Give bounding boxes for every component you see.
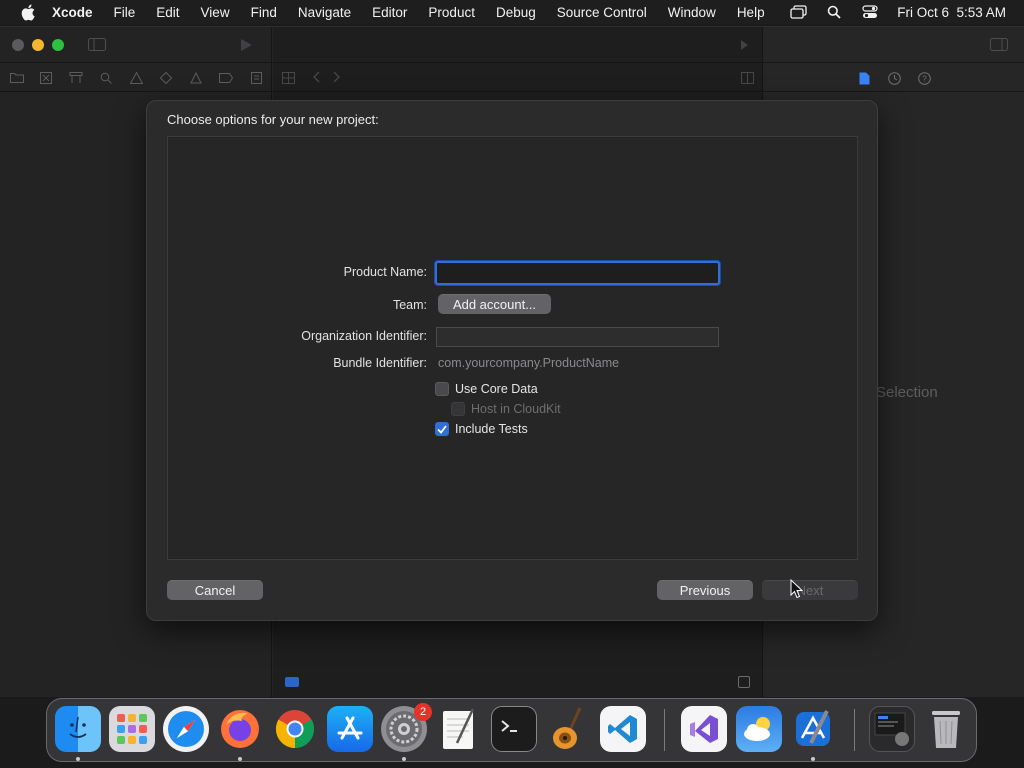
include-tests-checkbox[interactable] xyxy=(435,422,449,436)
breakpoint-icon[interactable] xyxy=(219,73,234,85)
inspector-placeholder-text: Selection xyxy=(876,384,938,401)
apple-menu-icon[interactable] xyxy=(18,2,38,22)
finder-icon[interactable] xyxy=(55,706,101,752)
safari-icon[interactable] xyxy=(163,706,209,752)
app-store-icon[interactable] xyxy=(327,706,373,752)
screen-mirroring-icon[interactable] xyxy=(789,4,807,20)
help-inspector-icon[interactable]: ? xyxy=(918,72,931,87)
debug-spray-icon[interactable] xyxy=(190,71,202,86)
host-in-cloudkit-checkbox[interactable] xyxy=(451,402,465,416)
textedit-icon[interactable] xyxy=(436,706,482,752)
downloads-stack-icon[interactable] xyxy=(869,706,915,752)
new-project-options-sheet: Choose options for your new project: Pro… xyxy=(146,100,878,621)
garageband-icon[interactable] xyxy=(545,706,591,752)
vscode-icon[interactable] xyxy=(600,706,646,752)
forward-chevron-icon[interactable] xyxy=(333,71,340,85)
menu-window[interactable]: Window xyxy=(668,5,716,20)
organization-identifier-label: Organization Identifier: xyxy=(301,329,427,343)
menu-editor[interactable]: Editor xyxy=(372,5,407,20)
navigator-toolbar xyxy=(0,64,1024,92)
include-tests-label[interactable]: Include Tests xyxy=(455,422,528,436)
dock-separator xyxy=(664,709,665,751)
svg-text:?: ? xyxy=(922,75,927,84)
menu-view[interactable]: View xyxy=(201,5,230,20)
debug-area-toggle-icon[interactable] xyxy=(738,676,750,688)
dock xyxy=(46,698,977,762)
spotlight-search-icon[interactable] xyxy=(825,4,843,20)
window-minimize-button[interactable] xyxy=(32,39,44,51)
find-icon[interactable] xyxy=(100,72,112,86)
add-editor-icon[interactable] xyxy=(741,72,754,86)
menu-product[interactable]: Product xyxy=(428,5,475,20)
menu-source-control[interactable]: Source Control xyxy=(557,5,647,20)
inspector-toggle-icon[interactable] xyxy=(990,38,1008,53)
menu-bar: Xcode File Edit View Find Navigate Edito… xyxy=(0,0,1024,24)
chrome-icon[interactable] xyxy=(272,706,318,752)
related-items-icon[interactable] xyxy=(282,72,295,86)
firefox-icon[interactable] xyxy=(217,706,263,752)
system-settings-running-indicator xyxy=(402,757,406,761)
system-settings-badge: 2 xyxy=(414,703,432,721)
product-name-label: Product Name: xyxy=(343,265,427,279)
menu-edit[interactable]: Edit xyxy=(156,5,179,20)
use-core-data-label[interactable]: Use Core Data xyxy=(455,382,538,396)
menu-debug[interactable]: Debug xyxy=(496,5,536,20)
finder-running-indicator xyxy=(76,757,80,761)
weather-icon[interactable] xyxy=(736,706,782,752)
folder-icon[interactable] xyxy=(10,72,24,85)
filter-folder-icon[interactable] xyxy=(285,677,299,687)
previous-button[interactable]: Previous xyxy=(657,580,753,600)
window-titlebar xyxy=(0,27,1024,63)
bundle-identifier-value: com.yourcompany.ProductName xyxy=(438,356,620,370)
run-icon[interactable] xyxy=(240,39,252,53)
back-chevron-icon[interactable] xyxy=(313,71,320,85)
issue-warning-icon[interactable] xyxy=(129,71,144,86)
firefox-running-indicator xyxy=(238,757,242,761)
report-icon[interactable] xyxy=(251,72,262,86)
dock-separator-2 xyxy=(854,709,855,751)
cancel-button[interactable]: Cancel xyxy=(167,580,263,600)
sidebar-toggle-icon[interactable] xyxy=(88,38,106,53)
window-zoom-button[interactable] xyxy=(52,39,64,51)
visual-studio-icon[interactable] xyxy=(681,706,727,752)
control-center-icon[interactable] xyxy=(861,4,879,20)
menu-navigate[interactable]: Navigate xyxy=(298,5,351,20)
menu-help[interactable]: Help xyxy=(737,5,765,20)
options-panel xyxy=(167,136,858,560)
mouse-pointer-icon xyxy=(790,578,804,599)
host-in-cloudkit-label[interactable]: Host in CloudKit xyxy=(471,402,561,416)
xcode-icon[interactable] xyxy=(790,706,836,752)
checkmark-icon xyxy=(437,424,447,434)
bundle-identifier-label: Bundle Identifier: xyxy=(333,356,427,370)
add-account-button[interactable]: Add account... xyxy=(438,294,551,314)
use-core-data-checkbox[interactable] xyxy=(435,382,449,396)
organization-identifier-input[interactable] xyxy=(436,327,719,347)
launchpad-icon[interactable] xyxy=(109,706,155,752)
menu-find[interactable]: Find xyxy=(251,5,277,20)
source-control-icon[interactable] xyxy=(40,72,52,86)
test-diamond-icon[interactable] xyxy=(159,71,173,86)
chevron-right-icon[interactable] xyxy=(740,40,748,52)
xcode-running-indicator xyxy=(811,757,815,761)
terminal-icon[interactable] xyxy=(491,706,537,752)
product-name-input[interactable] xyxy=(435,261,720,285)
file-inspector-icon[interactable] xyxy=(859,72,870,87)
team-label: Team: xyxy=(392,298,427,312)
hierarchy-icon[interactable] xyxy=(69,72,83,86)
next-button[interactable]: Next xyxy=(762,580,858,600)
history-inspector-icon[interactable] xyxy=(888,72,901,87)
menu-file[interactable]: File xyxy=(114,5,136,20)
sheet-title: Choose options for your new project: xyxy=(167,112,379,127)
menu-clock[interactable]: Fri Oct 6 5:53 AM xyxy=(897,5,1006,20)
trash-icon[interactable] xyxy=(923,706,969,752)
menu-app-name[interactable]: Xcode xyxy=(52,5,93,20)
window-close-button[interactable] xyxy=(12,39,24,51)
